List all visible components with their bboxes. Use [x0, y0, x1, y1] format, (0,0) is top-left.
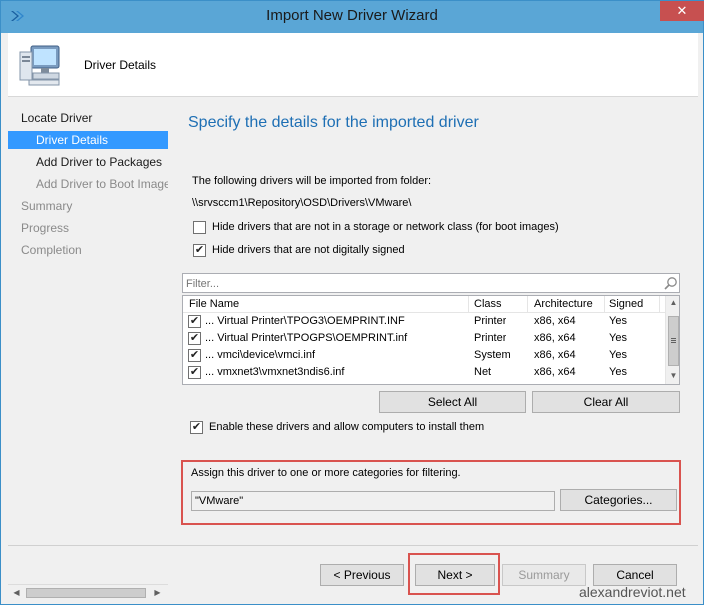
categories-button[interactable]: Categories... [560, 489, 677, 511]
category-highlight-box: Assign this driver to one or more catego… [181, 460, 681, 525]
filter-box[interactable] [182, 273, 680, 293]
scroll-left-arrow-icon[interactable]: ◀ [11, 588, 22, 599]
table-row[interactable]: ✔ ... vmci\device\vmci.inf System x86, x… [183, 347, 665, 364]
next-button[interactable]: Next > [415, 564, 495, 586]
select-all-button[interactable]: Select All [379, 391, 526, 413]
clear-all-button[interactable]: Clear All [532, 391, 680, 413]
scroll-up-arrow-icon[interactable]: ▲ [668, 298, 679, 309]
vertical-scrollbar[interactable]: ▲ ▼ [665, 296, 679, 384]
nav-item-add-driver-to-boot-images[interactable]: Add Driver to Boot Images [8, 175, 168, 193]
main-panel: Specify the details for the imported dri… [169, 98, 698, 545]
page-title: Specify the details for the imported dri… [188, 114, 479, 131]
wizard-header: Driver Details [8, 33, 698, 97]
title-bar[interactable]: Import New Driver Wizard ✕ [1, 1, 704, 33]
filter-input[interactable] [186, 276, 656, 291]
column-header-architecture[interactable]: Architecture [534, 298, 593, 310]
enable-drivers-label: Enable these drivers and allow computers… [209, 421, 485, 433]
nav-item-locate-driver[interactable]: Locate Driver [21, 109, 168, 127]
close-button[interactable]: ✕ [660, 1, 704, 21]
nav-item-progress[interactable]: Progress [21, 219, 168, 237]
row-architecture: x86, x64 [534, 332, 576, 344]
row-architecture: x86, x64 [534, 315, 576, 327]
hide-unsigned-checkbox[interactable]: ✔ [193, 244, 206, 257]
hide-storage-label: Hide drivers that are not in a storage o… [212, 221, 559, 233]
nav-item-add-driver-to-packages[interactable]: Add Driver to Packages [8, 153, 168, 171]
row-architecture: x86, x64 [534, 366, 576, 378]
row-checkbox[interactable]: ✔ [188, 315, 201, 328]
category-label: Assign this driver to one or more catego… [191, 467, 461, 479]
column-header-file-name[interactable]: File Name [189, 298, 239, 310]
previous-button[interactable]: < Previous [320, 564, 404, 586]
row-signed: Yes [609, 349, 627, 361]
row-signed: Yes [609, 366, 627, 378]
enable-drivers-checkbox[interactable]: ✔ [190, 421, 203, 434]
row-signed: Yes [609, 332, 627, 344]
folder-path: \\srvsccm1\Repository\OSD\Drivers\VMware… [192, 197, 412, 209]
row-file-name: ... Virtual Printer\TPOGPS\OEMPRINT.inf [205, 332, 408, 344]
driver-list[interactable]: File Name Class Architecture Signed ✔ ..… [182, 295, 680, 385]
import-folder-label: The following drivers will be imported f… [192, 175, 432, 187]
nav-item-driver-details[interactable]: Driver Details [8, 131, 168, 149]
nav-horizontal-scrollbar[interactable]: ◀ ▶ [8, 584, 168, 601]
row-checkbox[interactable]: ✔ [188, 366, 201, 379]
row-class: Printer [474, 315, 507, 327]
category-field[interactable]: "VMware" [191, 491, 555, 511]
scrollbar-thumb[interactable] [668, 316, 679, 366]
column-header-signed[interactable]: Signed [609, 298, 643, 310]
nav-item-completion[interactable]: Completion [21, 241, 168, 259]
wizard-window: Import New Driver Wizard ✕ Driver Detail… [0, 0, 704, 605]
footer-divider [8, 545, 698, 546]
row-file-name: ... vmci\device\vmci.inf [205, 349, 316, 361]
column-header-class[interactable]: Class [474, 298, 502, 310]
hide-unsigned-label: Hide drivers that are not digitally sign… [212, 244, 405, 256]
search-icon[interactable] [663, 276, 678, 291]
computer-icon [19, 45, 60, 86]
driver-list-header: File Name Class Architecture Signed [183, 296, 665, 313]
table-row[interactable]: ✔ ... Virtual Printer\TPOG3\OEMPRINT.INF… [183, 313, 665, 330]
row-file-name: ... Virtual Printer\TPOG3\OEMPRINT.INF [205, 315, 405, 327]
row-class: Net [474, 366, 492, 378]
row-file-name: ... vmxnet3\vmxnet3ndis6.inf [205, 366, 345, 378]
header-title: Driver Details [84, 58, 157, 72]
summary-button[interactable]: Summary [502, 564, 586, 586]
wizard-nav: Locate Driver Driver Details Add Driver … [8, 98, 168, 545]
row-checkbox[interactable]: ✔ [188, 332, 201, 345]
row-architecture: x86, x64 [534, 349, 576, 361]
scroll-right-arrow-icon[interactable]: ▶ [152, 588, 163, 599]
scroll-down-arrow-icon[interactable]: ▼ [668, 371, 679, 382]
table-row[interactable]: ✔ ... vmxnet3\vmxnet3ndis6.inf Net x86, … [183, 364, 665, 381]
nav-item-summary[interactable]: Summary [21, 197, 168, 215]
table-row[interactable]: ✔ ... Virtual Printer\TPOGPS\OEMPRINT.in… [183, 330, 665, 347]
row-class: Printer [474, 332, 507, 344]
row-class: System [474, 349, 511, 361]
row-checkbox[interactable]: ✔ [188, 349, 201, 362]
nav-scrollbar-thumb[interactable] [26, 588, 146, 598]
watermark: alexandreviot.net [579, 584, 686, 600]
row-signed: Yes [609, 315, 627, 327]
hide-storage-checkbox[interactable] [193, 221, 206, 234]
window-title: Import New Driver Wizard [266, 7, 438, 24]
cancel-button[interactable]: Cancel [593, 564, 677, 586]
